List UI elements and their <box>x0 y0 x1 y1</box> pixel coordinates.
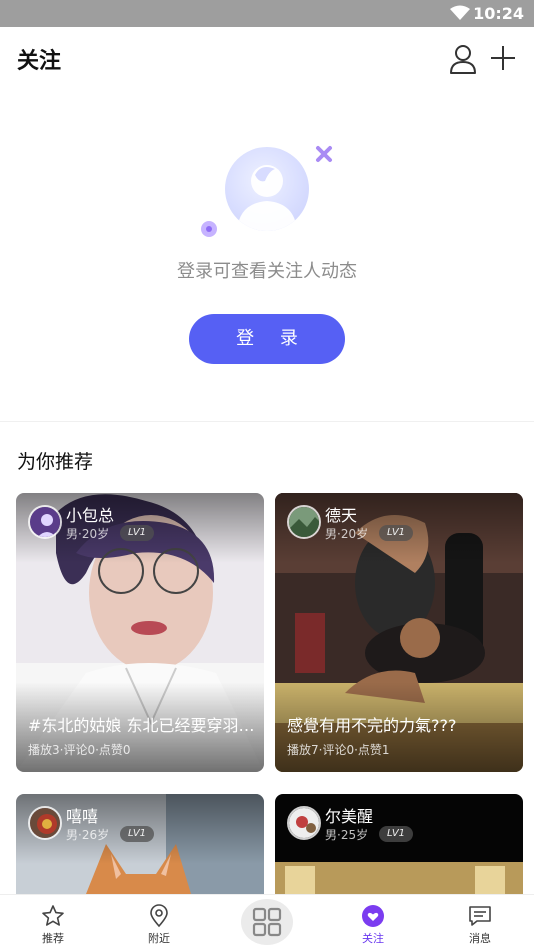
video-card[interactable]: 嘻嘻 男·26岁 LV1 <box>16 794 264 894</box>
level-badge: LV1 <box>120 826 154 842</box>
author-avatar[interactable] <box>28 505 62 539</box>
wifi-icon <box>450 5 470 20</box>
empty-state: 登录可查看关注人动态 登 录 <box>0 91 534 421</box>
heart-icon <box>362 905 384 927</box>
tab-label: 附近 <box>148 932 170 945</box>
user-profile-icon[interactable] <box>448 43 478 75</box>
video-card[interactable]: 尔美醒 男·25岁 LV1 <box>275 794 523 894</box>
star-icon <box>42 905 64 926</box>
tab-nearby[interactable]: 附近 <box>119 895 199 949</box>
add-icon[interactable] <box>489 43 517 73</box>
level-badge: LV1 <box>120 525 154 541</box>
video-stats: 播放7·评论0·点赞1 <box>287 743 390 757</box>
location-pin-icon <box>150 904 168 928</box>
tab-messages[interactable]: 消息 <box>440 895 520 949</box>
login-button[interactable]: 登 录 <box>189 314 345 364</box>
decoration-dot-icon <box>201 221 217 237</box>
author-avatar[interactable] <box>287 505 321 539</box>
status-time: 10:24 <box>473 4 524 23</box>
empty-message: 登录可查看关注人动态 <box>177 261 357 282</box>
author-name: 德天 <box>325 506 358 525</box>
video-caption: 感覺有用不完的力氣??? <box>287 716 457 735</box>
tab-label: 推荐 <box>42 932 64 945</box>
page-title: 关注 <box>17 49 62 74</box>
tab-follow[interactable]: 关注 <box>333 895 413 949</box>
author-avatar[interactable] <box>287 806 321 840</box>
empty-avatar-illustration <box>225 147 309 231</box>
grid-icon <box>252 907 282 937</box>
author-name: 尔美醒 <box>325 807 374 826</box>
video-card[interactable]: 德天 男·20岁 LV1 感覺有用不完的力氣??? 播放7·评论0·点赞1 <box>275 493 523 772</box>
section-divider <box>0 421 534 422</box>
center-menu-button[interactable] <box>241 899 293 945</box>
status-bar: 10:24 <box>0 0 534 27</box>
level-badge: LV1 <box>379 525 413 541</box>
tab-recommend[interactable]: 推荐 <box>13 895 93 949</box>
level-badge: LV1 <box>379 826 413 842</box>
header: 关注 <box>0 27 534 91</box>
video-stats: 播放3·评论0·点赞0 <box>28 743 131 757</box>
video-card[interactable]: 小包总 男·20岁 LV1 #东北的姑娘 东北已经要穿羽… 播放3·评论0·点赞… <box>16 493 264 772</box>
decoration-x-icon <box>316 146 332 162</box>
author-meta: 男·26岁 <box>66 828 110 842</box>
author-name: 小包总 <box>66 506 115 525</box>
bottom-tab-bar: 推荐 附近 关注 消息 <box>0 894 534 949</box>
video-caption: #东北的姑娘 东北已经要穿羽… <box>28 716 255 735</box>
message-icon <box>469 906 491 926</box>
recommend-title: 为你推荐 <box>17 451 94 473</box>
tab-label: 消息 <box>469 932 491 945</box>
author-meta: 男·20岁 <box>325 527 369 541</box>
author-meta: 男·25岁 <box>325 828 369 842</box>
author-avatar[interactable] <box>28 806 62 840</box>
author-meta: 男·20岁 <box>66 527 110 541</box>
tab-label: 关注 <box>362 932 384 945</box>
author-name: 嘻嘻 <box>66 807 99 826</box>
